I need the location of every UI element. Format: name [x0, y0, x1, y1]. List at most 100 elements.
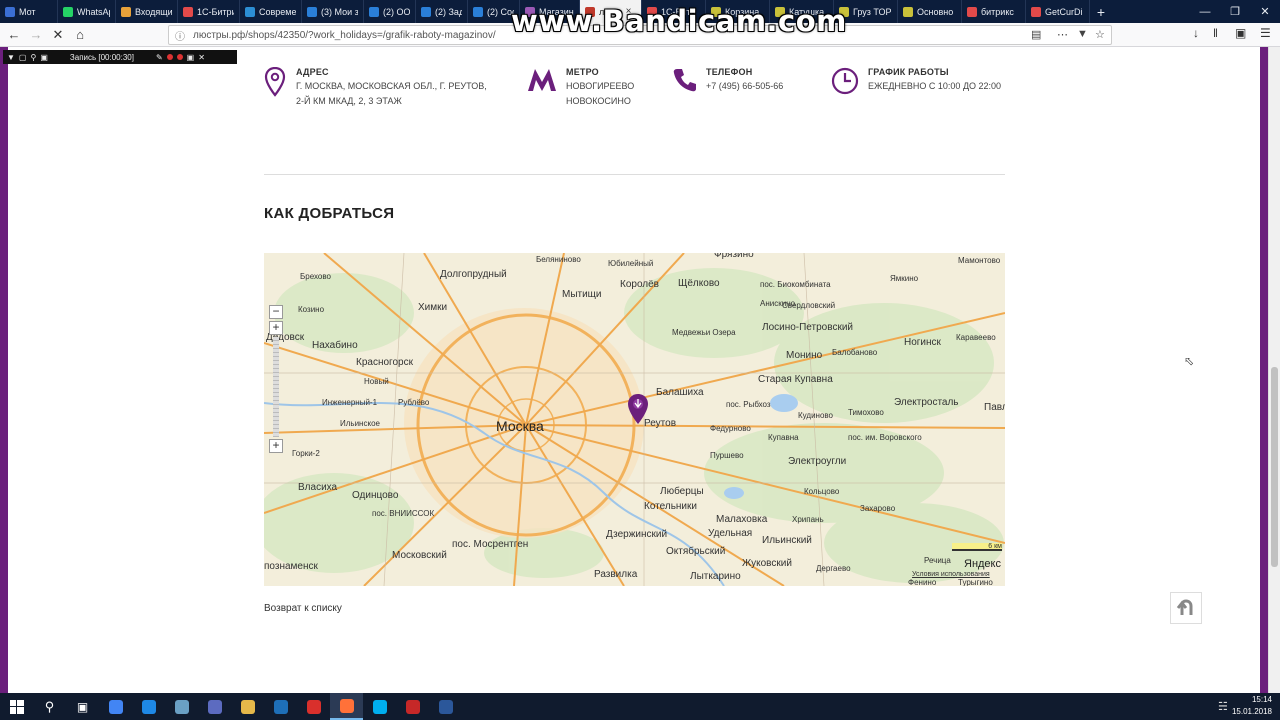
map-place-label: Фрязино: [714, 253, 754, 260]
taskbar-app-icon[interactable]: [264, 693, 297, 720]
info-metro: МЕТРО НОВОГИРЕЕВО НОВОКОСИНО: [526, 67, 634, 109]
close-recorder-icon[interactable]: ✕: [198, 53, 205, 62]
yandex-logo[interactable]: Яндекс: [964, 558, 1001, 570]
taskbar-app-icon[interactable]: [198, 693, 231, 720]
map-place-label: Юбилейный: [608, 259, 654, 268]
clock-date: 15.01.2018: [1231, 707, 1272, 716]
menu-icon[interactable]: ☰: [1260, 26, 1271, 40]
taskbar-app-icon[interactable]: [363, 693, 396, 720]
map-place-label: Рублёво: [398, 398, 430, 407]
bookmark-star-icon[interactable]: ☆: [1095, 28, 1105, 41]
browser-tab[interactable]: (2) ООО: [364, 0, 416, 23]
zoom-out-button[interactable]: −: [269, 305, 283, 319]
yandex-map[interactable]: Москва Долгопрудный Мытищи Королёв Щёлково Ф…: [264, 253, 1005, 586]
taskbar-app-icon[interactable]: [330, 693, 363, 720]
map-place-label: Беляниново: [536, 255, 581, 264]
taskbar-app-icon[interactable]: [297, 693, 330, 720]
info-hours: ГРАФИК РАБОТЫ ЕЖЕДНЕВНО С 10:00 ДО 22:00: [830, 67, 1001, 97]
close-window-icon[interactable]: ✕: [1250, 0, 1280, 23]
map-terms-link[interactable]: Условия использования: [912, 571, 990, 578]
record-icon[interactable]: ▼: [7, 53, 15, 62]
browser-tab[interactable]: Совреме: [240, 0, 302, 23]
clock-icon: [830, 67, 860, 97]
map-place-label: Турыгино: [958, 578, 993, 586]
browser-tab[interactable]: Мот: [0, 0, 58, 23]
browser-tab[interactable]: GetCurDi: [1026, 0, 1090, 23]
map-place-label: Федурново: [710, 424, 751, 433]
search-icon[interactable]: ⚲: [33, 693, 66, 720]
map-place-label: пос. им. Воровского: [848, 433, 922, 442]
browser-tab[interactable]: WhatsApp: [58, 0, 116, 23]
downloads-icon[interactable]: ↓: [1193, 26, 1199, 40]
phone-number[interactable]: +7 (495) 66-505-66: [706, 79, 783, 94]
tab-title: Совреме: [259, 6, 296, 17]
library-icon[interactable]: ‖: [1213, 26, 1218, 40]
map-place-label: Монино: [786, 350, 823, 361]
map-place-label: Кудиново: [798, 411, 834, 420]
zoom-slider[interactable]: [273, 337, 279, 437]
browser-tab[interactable]: Основно: [898, 0, 962, 23]
map-place-label: познаменск: [264, 561, 318, 572]
taskbar-app-icon[interactable]: [132, 693, 165, 720]
task-view-icon[interactable]: ▣: [66, 693, 99, 720]
store-location-pin-icon[interactable]: [627, 393, 649, 425]
map-place-label: Люберцы: [660, 486, 704, 497]
map-place-label: Горки-2: [292, 449, 320, 458]
tab-title: WhatsApp: [77, 6, 110, 17]
metro-station-1: НОВОГИРЕЕВО: [566, 81, 635, 91]
back-to-list-link[interactable]: Возврат к списку: [264, 603, 342, 614]
new-tab-button[interactable]: +: [1090, 0, 1112, 23]
system-clock[interactable]: 15:14 15.01.2018: [1232, 694, 1272, 718]
forward-arrow-icon[interactable]: →: [25, 24, 47, 46]
browser-tab[interactable]: (2) Задач: [416, 0, 468, 23]
map-place-label: пос. Мосрентген: [452, 539, 529, 550]
tab-favicon-icon: [307, 6, 317, 17]
map-place-label: Медвежьи Озера: [672, 328, 736, 337]
network-icon[interactable]: ☵: [1218, 700, 1228, 713]
tab-title: (2) Сооб: [487, 6, 514, 17]
window-icon[interactable]: ▣: [40, 53, 48, 62]
scrollbar-thumb[interactable]: [1271, 367, 1278, 567]
record-dot-icon[interactable]: [166, 54, 173, 60]
fullscreen-icon[interactable]: ▢: [19, 53, 27, 62]
home-icon[interactable]: ⌂: [69, 24, 91, 46]
taskbar-app-icon[interactable]: [99, 693, 132, 720]
browser-tab[interactable]: 1С-Битри: [178, 0, 240, 23]
minimize-icon[interactable]: —: [1190, 0, 1220, 23]
right-purple-border: [1260, 47, 1268, 693]
taskbar-app-icon[interactable]: [231, 693, 264, 720]
map-place-label: Речица: [924, 556, 951, 565]
map-place-label: Власиха: [298, 482, 338, 493]
page-scrollbar[interactable]: [1268, 47, 1280, 693]
taskbar-app-icon[interactable]: [165, 693, 198, 720]
pencil-icon[interactable]: ✎: [156, 53, 163, 62]
taskbar-app-icon[interactable]: [396, 693, 429, 720]
page-actions-icon[interactable]: ⋯: [1057, 28, 1068, 41]
start-button[interactable]: [0, 693, 33, 720]
camera-icon[interactable]: ▣: [187, 53, 195, 62]
browser-tab[interactable]: битрикс: [962, 0, 1026, 23]
taskbar-app-icon[interactable]: [429, 693, 462, 720]
tab-favicon-icon: [63, 6, 73, 17]
scroll-to-top-button[interactable]: [1170, 592, 1202, 624]
tab-favicon-icon: [369, 6, 379, 17]
pocket-icon[interactable]: ▼: [1077, 28, 1088, 40]
magnifier-icon[interactable]: ⚲: [30, 53, 36, 62]
reader-view-icon[interactable]: ▤: [1031, 28, 1041, 41]
stop-dot-icon[interactable]: [176, 54, 183, 60]
back-arrow-icon[interactable]: ←: [3, 24, 25, 46]
map-zoom-control[interactable]: − + +: [269, 305, 283, 453]
tab-title: битрикс: [981, 6, 1014, 17]
page-content: АДРЕС Г. МОСКВА, МОСКОВСКАЯ ОБЛ., Г. РЕУ…: [0, 47, 1280, 693]
zoom-in-button[interactable]: +: [269, 321, 283, 335]
site-info-icon[interactable]: ⓘ: [175, 28, 185, 43]
sidebar-icon[interactable]: ▣: [1235, 26, 1246, 40]
zoom-in-bottom-button[interactable]: +: [269, 439, 283, 453]
how-to-get-title: КАК ДОБРАТЬСЯ: [264, 205, 395, 222]
stop-loading-icon[interactable]: ✕: [47, 24, 69, 46]
map-place-label: Котельники: [644, 501, 697, 512]
browser-tab[interactable]: (3) Мои з: [302, 0, 364, 23]
maximize-icon[interactable]: ❐: [1220, 0, 1250, 23]
browser-tab[interactable]: Входящие: [116, 0, 178, 23]
map-place-label: Нахабино: [312, 340, 358, 351]
